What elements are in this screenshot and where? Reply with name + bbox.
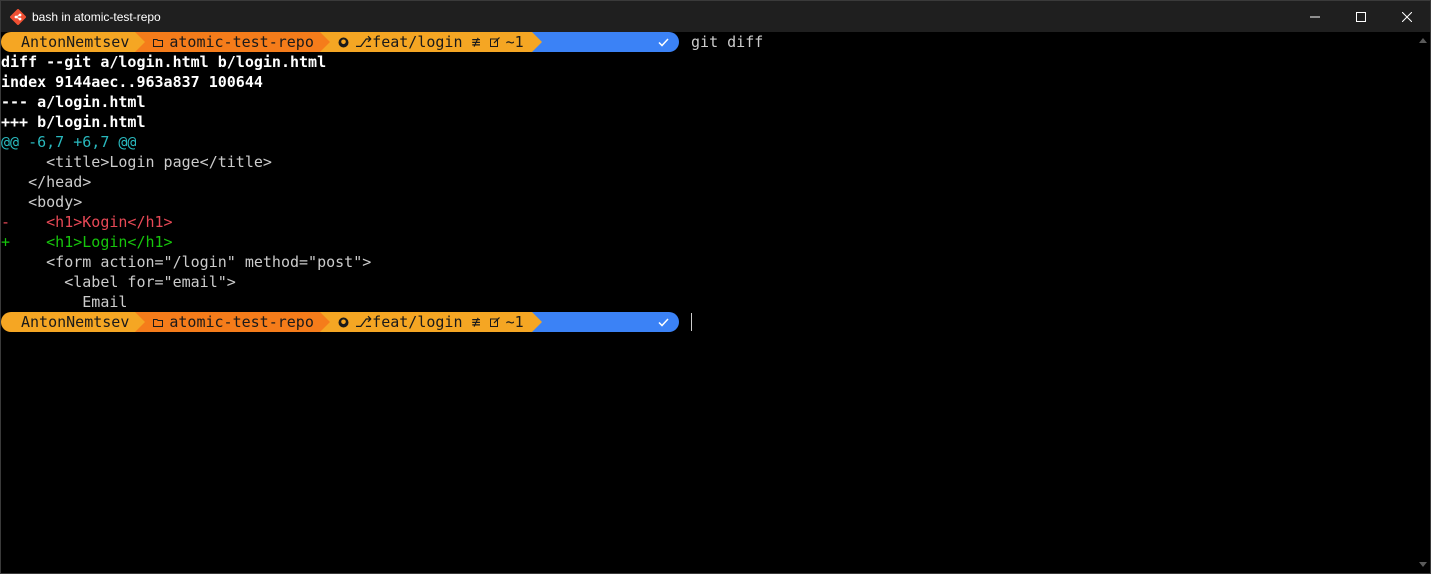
- diff-line: <label for="email">: [10, 273, 236, 291]
- prompt-user-segment: AntonNemtsev: [1, 32, 146, 52]
- branch-icon: ⎇: [354, 313, 373, 331]
- prompt-user: AntonNemtsev: [21, 33, 130, 51]
- window-title: bash in atomic-test-repo: [32, 9, 161, 24]
- terminal-window: bash in atomic-test-repo AntonNemtsev at…: [0, 0, 1431, 574]
- prompt-line: AntonNemtsev atomic-test-repo ⎇ feat/logi…: [1, 312, 1416, 332]
- title-bar[interactable]: bash in atomic-test-repo: [1, 1, 1430, 32]
- prompt-user-segment: AntonNemtsev: [1, 312, 146, 332]
- prompt-changes: ~1: [505, 33, 524, 51]
- diff-line: </head>: [10, 173, 92, 191]
- command-text: git diff: [691, 33, 764, 51]
- close-button[interactable]: [1384, 1, 1430, 32]
- github-icon: [338, 317, 349, 328]
- prompt: AntonNemtsev atomic-test-repo ⎇ feat/logi…: [1, 312, 680, 332]
- maximize-icon: [1356, 11, 1366, 22]
- diff-line: <title>Login page</title>: [10, 153, 272, 171]
- diff-line: <body>: [10, 193, 83, 211]
- diff-line-added: + <h1>Login</h1>: [1, 233, 173, 251]
- prompt-status-sep: ≢: [471, 313, 481, 331]
- diff-index: index 9144aec..963a837 100644: [1, 73, 263, 91]
- prompt-user: AntonNemtsev: [21, 313, 130, 331]
- scroll-down-icon[interactable]: [1419, 562, 1427, 567]
- prompt-git-segment: ⎇ feat/login ≢ ~1: [319, 32, 542, 52]
- git-bash-icon: [10, 8, 26, 25]
- prompt-status-segment: [531, 312, 680, 332]
- prompt-git-segment: ⎇ feat/login ≢ ~1: [319, 312, 542, 332]
- minimize-button[interactable]: [1292, 1, 1338, 32]
- check-icon: [550, 292, 669, 352]
- close-icon: [1402, 11, 1412, 22]
- maximize-button[interactable]: [1338, 1, 1384, 32]
- prompt-repo: atomic-test-repo: [169, 33, 314, 51]
- diff-line: <form action="/login" method="post">: [10, 253, 372, 271]
- folder-icon: [153, 38, 164, 47]
- prompt-path-segment: atomic-test-repo: [135, 312, 330, 332]
- edit-icon: [489, 37, 500, 47]
- edit-icon: [489, 317, 500, 327]
- scroll-up-icon[interactable]: [1419, 38, 1427, 43]
- minimize-icon: [1310, 16, 1320, 17]
- prompt-path-segment: atomic-test-repo: [135, 32, 330, 52]
- prompt-branch: feat/login: [372, 313, 463, 331]
- prompt-repo: atomic-test-repo: [169, 313, 314, 331]
- folder-icon: [153, 318, 164, 327]
- diff-hunk-header: @@ -6,7 +6,7 @@: [1, 133, 137, 151]
- branch-icon: ⎇: [354, 33, 373, 51]
- terminal-output[interactable]: AntonNemtsev atomic-test-repo ⎇ feat/logi…: [1, 32, 1416, 573]
- prompt-status-sep: ≢: [471, 33, 481, 51]
- prompt-line: AntonNemtsev atomic-test-repo ⎇ feat/logi…: [1, 32, 1416, 52]
- diff-new-file: +++ b/login.html: [1, 113, 146, 131]
- prompt-status-segment: [531, 32, 680, 52]
- diff-line-removed: - <h1>Kogin</h1>: [1, 213, 173, 231]
- diff-header: diff --git a/login.html b/login.html: [1, 53, 327, 71]
- prompt-changes: ~1: [505, 313, 524, 331]
- diff-line: Email: [10, 293, 128, 311]
- check-icon: [550, 12, 669, 72]
- github-icon: [338, 37, 349, 48]
- prompt: AntonNemtsev atomic-test-repo ⎇ feat/logi…: [1, 32, 680, 52]
- text-cursor[interactable]: [691, 313, 693, 331]
- diff-old-file: --- a/login.html: [1, 93, 146, 111]
- vertical-scrollbar[interactable]: [1416, 32, 1430, 573]
- prompt-branch: feat/login: [372, 33, 463, 51]
